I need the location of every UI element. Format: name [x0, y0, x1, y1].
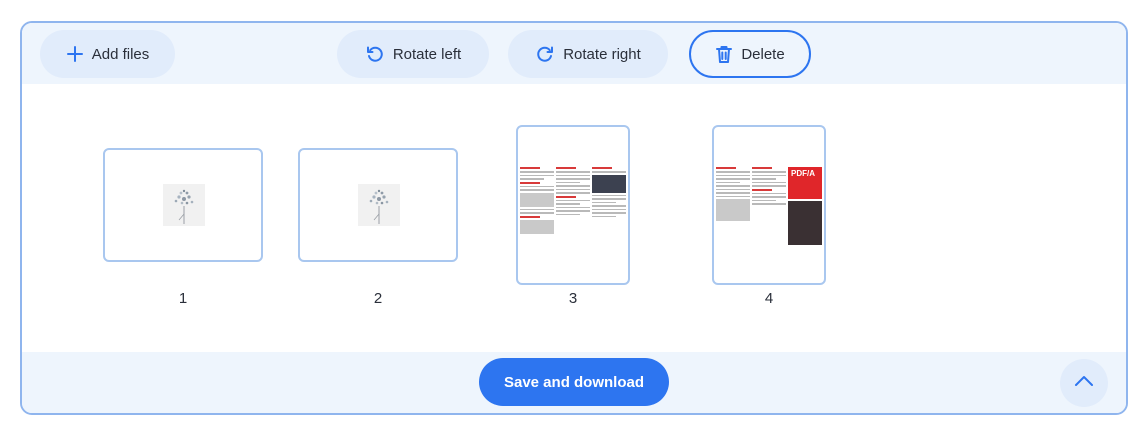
- brochure-page: [520, 165, 626, 245]
- save-and-download-button[interactable]: Save and download: [479, 358, 669, 406]
- page-number-3: 3: [568, 290, 578, 307]
- rotate-right-label: Rotate right: [563, 45, 641, 63]
- scroll-to-top-button[interactable]: [1060, 359, 1108, 407]
- rotate-left-icon: [365, 44, 385, 64]
- page-thumbnails-area: PDF/A 1 2 3 4: [22, 84, 1126, 354]
- pdfa-cover-block: PDF/A: [788, 167, 822, 199]
- plus-icon: [66, 45, 84, 63]
- rotate-right-icon: [535, 44, 555, 64]
- page-number-1: 1: [178, 290, 188, 307]
- delete-button[interactable]: Delete: [689, 30, 811, 78]
- footer-bar: Save and download: [22, 352, 1126, 413]
- add-files-label: Add files: [91, 45, 150, 63]
- trash-icon: [715, 44, 733, 64]
- flower-image: [163, 184, 205, 226]
- chevron-up-icon: [1074, 374, 1094, 392]
- rotate-left-label: Rotate left: [392, 45, 462, 63]
- page-number-4: 4: [764, 290, 774, 307]
- page-thumbnail-2[interactable]: [298, 148, 458, 262]
- page-thumbnail-1[interactable]: [103, 148, 263, 262]
- delete-label: Delete: [741, 45, 785, 63]
- pdfa-badge-text: PDF/A: [791, 169, 815, 178]
- rotate-left-button[interactable]: Rotate left: [337, 30, 489, 78]
- page-number-2: 2: [373, 290, 383, 307]
- add-files-button[interactable]: Add files: [40, 30, 175, 78]
- toolbar: Add files Rotate left Rotate right Delet…: [22, 23, 1126, 84]
- brochure-page: PDF/A: [716, 165, 822, 245]
- flower-image: [358, 184, 400, 226]
- rotate-right-button[interactable]: Rotate right: [508, 30, 668, 78]
- page-editor-panel: Add files Rotate left Rotate right Delet…: [20, 21, 1128, 415]
- page-thumbnail-4[interactable]: PDF/A: [712, 125, 826, 285]
- page-thumbnail-3[interactable]: [516, 125, 630, 285]
